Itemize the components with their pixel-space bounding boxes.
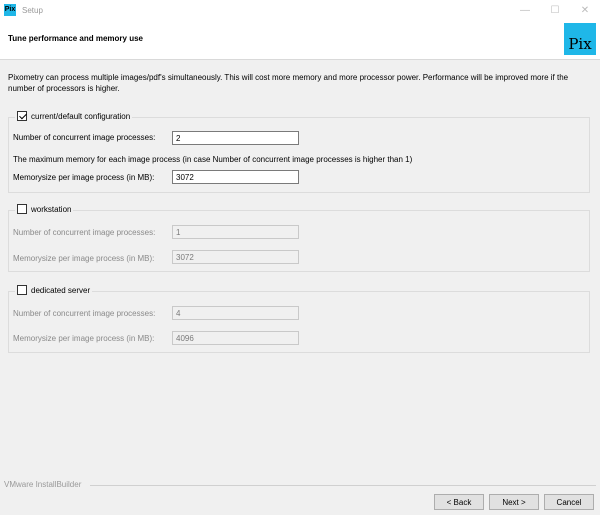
workstation-memory-input <box>172 250 299 264</box>
back-button[interactable]: < Back <box>434 494 484 510</box>
server-processes-input <box>172 306 299 320</box>
group-legend[interactable]: dedicated server <box>15 285 93 295</box>
window-controls: — ☐ ✕ <box>510 0 600 20</box>
group-legend[interactable]: workstation <box>15 204 74 214</box>
close-icon: ✕ <box>580 4 590 16</box>
workstation-memory-label: Memorysize per image process (in MB): <box>13 254 155 263</box>
app-icon: Pix <box>4 4 16 16</box>
group-current-default: current/default configuration Number of … <box>8 111 590 193</box>
workstation-processes-label: Number of concurrent image processes: <box>13 228 156 237</box>
workstation-label: workstation <box>31 204 72 214</box>
current-default-checkbox[interactable] <box>17 111 27 121</box>
cancel-button[interactable]: Cancel <box>544 494 594 510</box>
server-processes-label: Number of concurrent image processes: <box>13 309 156 318</box>
intro-text: Pixometry can process multiple images/pd… <box>8 73 569 93</box>
server-memory-label: Memorysize per image process (in MB): <box>13 334 155 343</box>
close-button[interactable]: ✕ <box>570 0 600 20</box>
maximize-icon: ☐ <box>550 4 560 16</box>
title-bar: Pix Setup — ☐ ✕ <box>0 0 600 20</box>
minimize-icon: — <box>520 4 530 16</box>
workstation-processes-input <box>172 225 299 239</box>
group-legend[interactable]: current/default configuration <box>15 111 133 121</box>
current-memory-input[interactable] <box>172 170 299 184</box>
group-dedicated-server: dedicated server Number of concurrent im… <box>8 285 590 353</box>
page-header: Tune performance and memory use Pix <box>0 20 600 60</box>
workstation-checkbox[interactable] <box>17 204 27 214</box>
next-button[interactable]: Next > <box>489 494 539 510</box>
pix-logo: Pix <box>564 23 596 55</box>
dedicated-server-label: dedicated server <box>31 285 91 295</box>
maximize-button[interactable]: ☐ <box>540 0 570 20</box>
current-processes-input[interactable] <box>172 131 299 145</box>
current-default-label: current/default configuration <box>31 111 131 121</box>
footer-divider <box>90 485 596 486</box>
dedicated-server-checkbox[interactable] <box>17 285 27 295</box>
installer-brand: VMware InstallBuilder <box>4 480 82 489</box>
group-workstation: workstation Number of concurrent image p… <box>8 204 590 272</box>
current-processes-label: Number of concurrent image processes: <box>13 133 156 142</box>
memory-note: The maximum memory for each image proces… <box>13 155 413 164</box>
minimize-button[interactable]: — <box>510 0 540 20</box>
current-memory-label: Memorysize per image process (in MB): <box>13 173 155 182</box>
server-memory-input <box>172 331 299 345</box>
window-title: Setup <box>22 5 43 15</box>
page-title: Tune performance and memory use <box>8 34 143 43</box>
